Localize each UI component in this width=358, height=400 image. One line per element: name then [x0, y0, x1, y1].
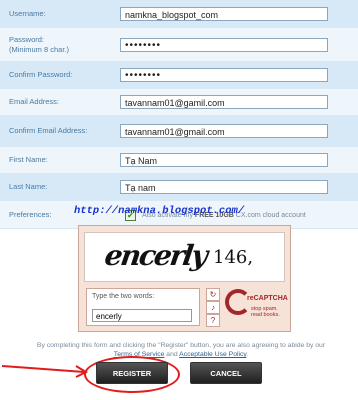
password-hint: (Minimum 8 char.)	[9, 44, 70, 54]
recaptcha-tagline: stop spam. read books.	[251, 306, 280, 318]
confirm-email-input[interactable]: tavannam01@gmail.com	[120, 124, 328, 138]
refresh-icon[interactable]: ↻	[206, 288, 220, 301]
confirm-email-row: Confirm Email Address: tavannam01@gmail.…	[0, 115, 358, 148]
terms-text: By completing this form and clicking the…	[36, 342, 326, 349]
last-name-label: Last Name:	[9, 182, 48, 191]
register-button[interactable]: REGISTER	[96, 362, 168, 384]
terms-notice: By completing this form and clicking the…	[36, 342, 326, 358]
pointer-arrow-icon	[1, 365, 89, 378]
email-label: Email Address:	[9, 97, 60, 106]
cancel-button[interactable]: CANCEL	[190, 362, 262, 384]
password-label: Password:	[9, 34, 45, 44]
email-input[interactable]: tavannam01@gamil.com	[120, 95, 328, 109]
audio-icon[interactable]: ♪	[206, 301, 220, 314]
captcha-input[interactable]: encerly	[92, 309, 192, 322]
captcha-word-1: encerly	[102, 239, 209, 272]
first-name-row: First Name: Tạ Nam	[0, 147, 358, 174]
last-name-row: Last Name: Tạ nam	[0, 173, 358, 202]
watermark-url: http://namkna.blogspot.com/	[74, 205, 245, 217]
captcha-answer-box: Type the two words: encerly	[86, 288, 200, 326]
confirm-password-row: Confirm Password: ••••••••	[0, 61, 358, 90]
recaptcha-circle-icon	[225, 289, 251, 315]
email-row: Email Address: tavannam01@gamil.com	[0, 89, 358, 116]
username-input[interactable]: namkna_blogspot_com	[120, 7, 328, 21]
confirm-password-label: Confirm Password:	[9, 70, 73, 79]
captcha-prompt: Type the two words:	[92, 293, 155, 300]
recaptcha-name: reCAPTCHA	[247, 295, 288, 302]
password-row: Password: (Minimum 8 char.) ••••••••	[0, 28, 358, 62]
username-label: Username:	[9, 9, 46, 18]
first-name-input[interactable]: Tạ Nam	[120, 153, 328, 167]
captcha-image: encerly 146,	[84, 232, 285, 282]
last-name-input[interactable]: Tạ nam	[120, 180, 328, 194]
captcha-word-2: 146,	[213, 247, 254, 268]
recaptcha-widget: encerly 146, Type the two words: encerly…	[78, 225, 291, 332]
recaptcha-logo: reCAPTCHA stop spam. read books.	[225, 287, 288, 327]
password-input[interactable]: ••••••••	[120, 38, 328, 52]
confirm-password-input[interactable]: ••••••••	[120, 68, 328, 82]
confirm-email-label: Confirm Email Address:	[9, 126, 88, 135]
username-row: Username: namkna_blogspot_com	[0, 0, 358, 29]
password-label-group: Password: (Minimum 8 char.)	[0, 35, 121, 55]
help-icon[interactable]: ?	[206, 314, 220, 327]
first-name-label: First Name:	[9, 155, 48, 164]
acceptable-use-link[interactable]: Acceptable Use Policy	[179, 351, 246, 358]
